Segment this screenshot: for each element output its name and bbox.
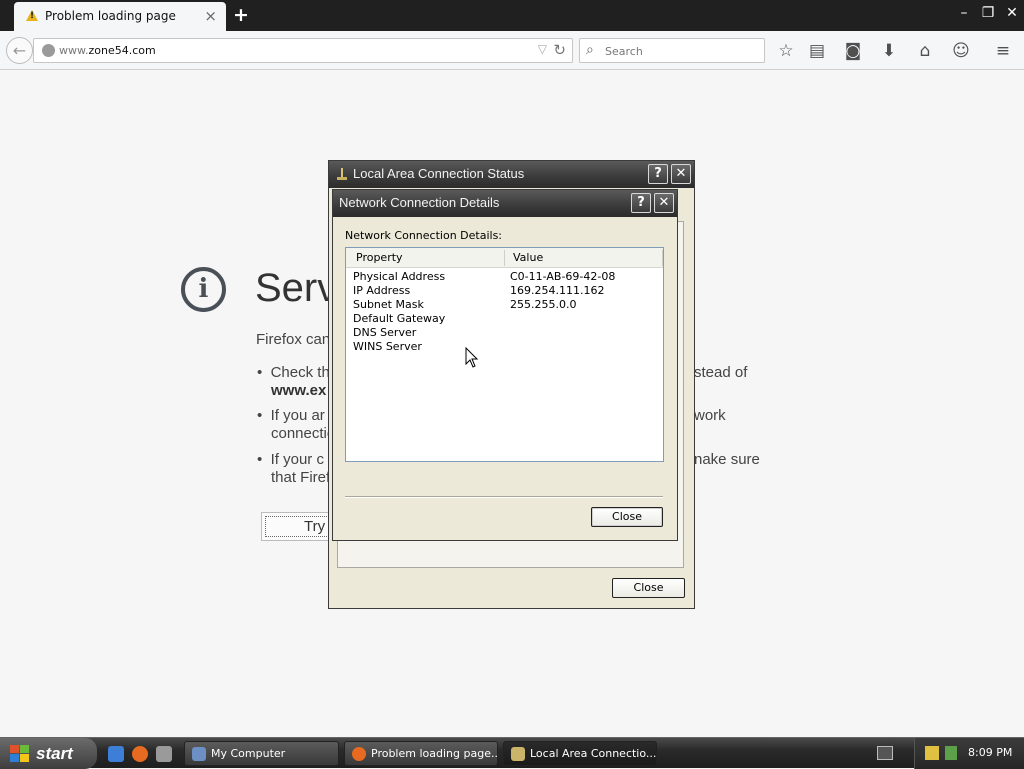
bullet-3: • If your c	[257, 451, 324, 468]
bullet-1: • Check th	[257, 364, 330, 381]
quicklaunch-ie-icon[interactable]	[108, 746, 124, 762]
globe-icon	[42, 44, 55, 57]
bookmarks-list-icon[interactable]: ▤	[806, 40, 828, 62]
column-header-property[interactable]: Property	[356, 251, 403, 264]
help-icon[interactable]: ?	[648, 164, 668, 184]
bookmark-star-icon[interactable]: ☆	[775, 40, 797, 62]
bullet-3-line2: that Firef	[271, 469, 331, 486]
window-close-icon[interactable]: ✕	[1003, 4, 1021, 22]
taskbar: start My Computer Problem loading page..…	[0, 737, 1024, 769]
clock[interactable]: 8:09 PM	[968, 746, 1012, 759]
listview-header: Property Value	[346, 248, 663, 268]
column-header-value[interactable]: Value	[513, 251, 543, 264]
table-row[interactable]: WINS Server	[346, 340, 663, 354]
status-dialog-titlebar[interactable]: Local Area Connection Status ? ✕	[329, 161, 694, 188]
status-close-button[interactable]: Close	[612, 578, 685, 598]
pocket-icon[interactable]: ◙	[842, 40, 864, 62]
tab-problem-loading[interactable]: Problem loading page ×	[14, 2, 226, 31]
taskbar-item-firefox[interactable]: Problem loading page...	[344, 741, 498, 766]
taskbar-item-my-computer[interactable]: My Computer	[184, 741, 339, 766]
minimize-icon[interactable]: –	[955, 4, 973, 22]
details-dialog-titlebar[interactable]: Network Connection Details ? ✕	[333, 190, 677, 217]
taskbar-item-local-area[interactable]: Local Area Connectio...	[503, 741, 657, 766]
windows-logo-icon	[10, 745, 29, 762]
status-dialog-title: Local Area Connection Status	[353, 166, 525, 181]
table-row[interactable]: DNS Server	[346, 326, 663, 340]
tab-title: Problem loading page	[45, 9, 176, 23]
back-button[interactable]: ←	[6, 37, 33, 64]
url-text: www.zone54.com	[59, 44, 156, 57]
home-icon[interactable]: ⌂	[914, 40, 936, 62]
error-title: Serv	[255, 266, 338, 310]
tab-close-icon[interactable]: ×	[204, 7, 217, 25]
error-lead-text: Firefox can	[256, 331, 331, 348]
help-icon[interactable]: ?	[631, 193, 651, 213]
url-dropdown-icon[interactable]: ▽	[538, 42, 547, 56]
bullet-2-right: work	[694, 407, 726, 424]
url-bar[interactable]: www.zone54.com ▽ ↻	[33, 38, 573, 63]
hello-chat-icon[interactable]: ☺	[950, 40, 972, 62]
quicklaunch-firefox-icon[interactable]	[132, 746, 148, 762]
table-row[interactable]: Default Gateway	[346, 312, 663, 326]
start-label: start	[36, 744, 73, 763]
browser-tabstrip: Problem loading page × + – ❐ ✕	[0, 0, 1024, 31]
bullet-2: • If you ar	[257, 407, 325, 424]
tray-app-icon[interactable]	[945, 746, 957, 760]
details-close-button[interactable]: Close	[591, 507, 663, 527]
mouse-cursor-icon	[465, 347, 479, 368]
network-warning-icon[interactable]	[925, 746, 939, 760]
info-icon: i	[181, 267, 226, 312]
details-dialog: Network Connection Details ? ✕ Network C…	[332, 189, 678, 541]
navigation-bar: ← www.zone54.com ▽ ↻ ⌕ Search ☆ ▤ ◙ ⬇ ⌂ …	[0, 31, 1024, 70]
network-icon	[511, 747, 525, 761]
bullet-2-line2: connectio	[271, 425, 336, 442]
computer-icon	[192, 747, 206, 761]
download-icon[interactable]: ⬇	[878, 40, 900, 62]
restore-icon[interactable]: ❐	[979, 4, 997, 22]
bullet-1-line2: www.ex	[271, 382, 327, 399]
new-tab-icon[interactable]: +	[233, 4, 249, 26]
table-row[interactable]: IP Address 169.254.111.162	[346, 284, 663, 298]
firefox-icon	[352, 747, 366, 761]
reload-icon[interactable]: ↻	[553, 41, 566, 59]
details-dialog-title: Network Connection Details	[339, 195, 500, 210]
details-listview[interactable]: Property Value Physical Address C0-11-AB…	[345, 247, 664, 462]
divider	[345, 496, 663, 498]
table-row[interactable]: Subnet Mask 255.255.0.0	[346, 298, 663, 312]
warning-icon	[26, 10, 38, 21]
search-input[interactable]: ⌕ Search	[579, 38, 765, 63]
network-icon	[337, 168, 347, 180]
keyboard-icon[interactable]	[877, 746, 893, 760]
table-row[interactable]: Physical Address C0-11-AB-69-42-08	[346, 270, 663, 284]
search-placeholder: Search	[605, 45, 643, 58]
bullet-3-right: nake sure	[694, 451, 760, 468]
close-icon[interactable]: ✕	[671, 164, 691, 184]
close-icon[interactable]: ✕	[654, 193, 674, 213]
quicklaunch-media-icon[interactable]	[156, 746, 172, 762]
start-button[interactable]: start	[0, 738, 97, 769]
details-group-label: Network Connection Details:	[345, 229, 503, 242]
back-arrow-icon: ←	[12, 41, 27, 60]
menu-icon[interactable]: ≡	[992, 40, 1014, 62]
bullet-1-right: stead of	[694, 364, 748, 381]
search-icon: ⌕	[586, 42, 594, 58]
